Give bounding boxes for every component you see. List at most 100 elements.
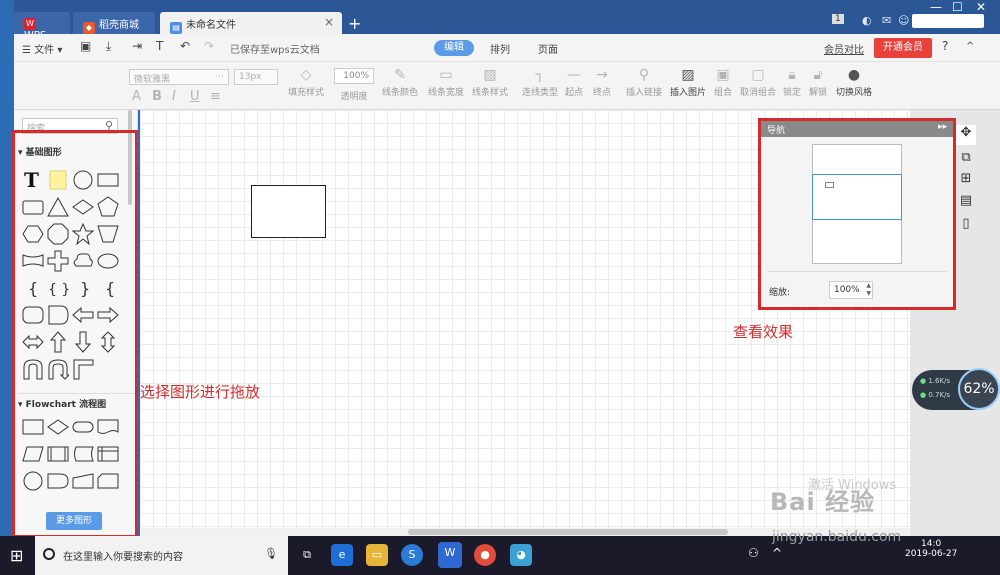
collapse-panel-icon[interactable]: ▸▸ (938, 122, 947, 132)
microphone-icon[interactable]: 🎙︎ (264, 547, 278, 560)
start-point-button[interactable]: — 起点 (562, 67, 586, 98)
group-button[interactable]: ▣ 组合 (712, 67, 734, 98)
hamburger-icon: ☰ (22, 45, 35, 56)
people-icon[interactable]: ⚇ (748, 546, 759, 560)
user-account-box[interactable] (912, 14, 984, 28)
line-style-button[interactable]: ▨ 线条样式 (470, 67, 510, 98)
scrollbar-thumb[interactable] (408, 529, 728, 535)
opacity-input[interactable]: 100% (334, 68, 374, 84)
collapse-ribbon-icon[interactable]: ^ (966, 41, 974, 52)
layers-icon[interactable]: ⊞ (956, 171, 976, 191)
navigator-panel: 导航 ▸▸ 缩放: 100% ▲ ▼ (758, 118, 956, 310)
zoom-spinner-icon[interactable]: ▲ ▼ (866, 282, 871, 298)
font-family-select[interactable]: 微软雅黑 ··· (129, 69, 229, 85)
chrome-icon[interactable]: ● (474, 544, 496, 566)
windows-start-icon[interactable]: ⊞ (10, 546, 23, 565)
lock-icon: 🔒︎ (788, 67, 796, 83)
edge-icon[interactable]: e (331, 544, 353, 566)
wps-taskbar-icon[interactable]: W (438, 542, 462, 568)
tab-arrange[interactable]: 排列 (490, 41, 510, 56)
opacity-button[interactable]: 透明度 (334, 89, 374, 102)
import-icon[interactable]: ⇥ (132, 39, 142, 53)
lock-button[interactable]: 🔒︎ 锁定 (780, 67, 804, 98)
pages-icon[interactable]: ▤ (956, 193, 976, 213)
group-icon: ▣ (716, 67, 730, 83)
app-icon[interactable]: ◕ (510, 544, 532, 566)
line-style-icon: ▨ (483, 67, 497, 83)
toolbar: 微软雅黑 ··· 13px A B I U ≡ ◇ 填充样式 100% 透明度 ✎ 线… (14, 62, 1000, 110)
tab-page[interactable]: 页面 (538, 41, 558, 56)
ungroup-icon: ▢ (751, 67, 765, 83)
tab-docer-store[interactable]: ◆ 稻壳商城 (73, 12, 155, 34)
navigator-viewport[interactable] (812, 174, 902, 220)
new-tab-button[interactable]: + (348, 14, 361, 33)
unlock-button[interactable]: 🔓︎ 解锁 (806, 67, 830, 98)
tab-wps[interactable]: WWPS (14, 12, 70, 41)
file-explorer-icon[interactable]: ▭ (366, 544, 388, 566)
member-compare-link[interactable]: 会员对比 (824, 41, 864, 56)
export-icon[interactable]: ⤓ (106, 39, 111, 54)
file-menu[interactable]: ☰ 文件 ▾ (22, 41, 62, 56)
page-icon[interactable]: ▯ (956, 216, 976, 236)
user-icon[interactable]: ☺ (898, 14, 909, 27)
font-size-select[interactable]: 13px (234, 69, 278, 85)
mail-icon[interactable]: ✉ (882, 14, 891, 27)
format-panel-icon[interactable]: ⧉ (956, 150, 976, 170)
line-color-button[interactable]: ✎ 线条颜色 (380, 67, 420, 98)
save-icon[interactable]: ▣ (80, 39, 91, 53)
jingyan-url-watermark: jingyan.baidu.com (772, 529, 902, 545)
insert-link-button[interactable]: ⚲ 插入链接 (624, 67, 664, 98)
sogou-icon[interactable]: S (401, 544, 423, 566)
ungroup-button[interactable]: ▢ 取消组合 (738, 67, 778, 98)
open-vip-button[interactable]: 开通会员 (874, 38, 932, 58)
italic-icon[interactable]: I (172, 89, 176, 104)
fill-icon: ◇ (300, 67, 312, 83)
unlock-icon: 🔓︎ (813, 67, 823, 83)
system-clock[interactable]: 14:0 2019-06-27 (905, 539, 957, 559)
switch-style-button[interactable]: ● 切换风格 (834, 67, 874, 98)
tray-expand-icon[interactable]: ^ (772, 546, 782, 560)
zoom-input[interactable]: 100% ▲ ▼ (829, 281, 873, 299)
undo-icon[interactable]: ↶ (180, 39, 190, 53)
palette-icon: ● (847, 67, 861, 83)
redo-icon[interactable]: ↷ (204, 39, 214, 53)
navigator-icon[interactable]: ✥ (956, 125, 976, 145)
link-icon: ⚲ (638, 67, 650, 83)
align-icon[interactable]: ≡ (210, 89, 221, 104)
flowchart-doc-icon: ▤ (170, 22, 182, 34)
annotation-left: 选择图形进行拖放 (140, 383, 261, 401)
download-speed: ● 0.7K/s (920, 391, 951, 399)
format-painter-icon[interactable]: T (156, 39, 163, 53)
menu-bar: ☰ 文件 ▾ ▣ ⤓ ⇥ T ↶ ↷ 已保存至wps云文档 编辑 排列 页面 会… (14, 34, 1000, 62)
wps-logo-icon: W (24, 18, 36, 30)
connector-type-button[interactable]: ┐ 连线类型 (520, 67, 560, 98)
annotation-right: 查看效果 (733, 323, 794, 341)
line-width-button[interactable]: ▭ 线条宽度 (426, 67, 466, 98)
arrow-end-icon: → (596, 67, 608, 83)
memory-gauge[interactable]: 62% (958, 368, 1000, 410)
tab-edit[interactable]: 编辑 (434, 40, 474, 56)
taskbar-search[interactable]: 在这里输入你要搜索的内容 🎙︎ (35, 536, 288, 575)
skin-icon[interactable]: ◐ (862, 14, 872, 27)
task-view-icon[interactable]: ⧉ (296, 544, 318, 566)
underline-icon[interactable]: U (190, 89, 200, 104)
upload-speed: ● 1.6K/s (920, 377, 951, 385)
font-color-icon[interactable]: A (132, 89, 141, 104)
count-badge: 1 (832, 14, 844, 24)
zoom-label: 缩放: (769, 288, 791, 298)
divider (767, 271, 947, 272)
end-point-button[interactable]: → 终点 (590, 67, 614, 98)
tab-untitled-file[interactable]: ▤ 未命名文件 × (160, 12, 342, 34)
navigator-header: 导航 ▸▸ (761, 121, 953, 137)
close-tab-icon[interactable]: × (324, 15, 334, 29)
image-icon: ▨ (681, 67, 695, 83)
canvas-rectangle[interactable] (251, 185, 326, 238)
insert-image-button[interactable]: ▨ 插入图片 (668, 67, 708, 98)
fill-style-button[interactable]: ◇ 填充样式 (286, 67, 326, 98)
close-window-icon[interactable]: ✕ (976, 0, 986, 14)
maximize-icon[interactable]: ☐ (952, 0, 963, 14)
help-icon[interactable]: ? (942, 39, 948, 53)
bold-icon[interactable]: B (152, 89, 162, 104)
baidu-logo: Bai 经验 (770, 488, 876, 516)
minimize-icon[interactable]: — (930, 0, 942, 14)
